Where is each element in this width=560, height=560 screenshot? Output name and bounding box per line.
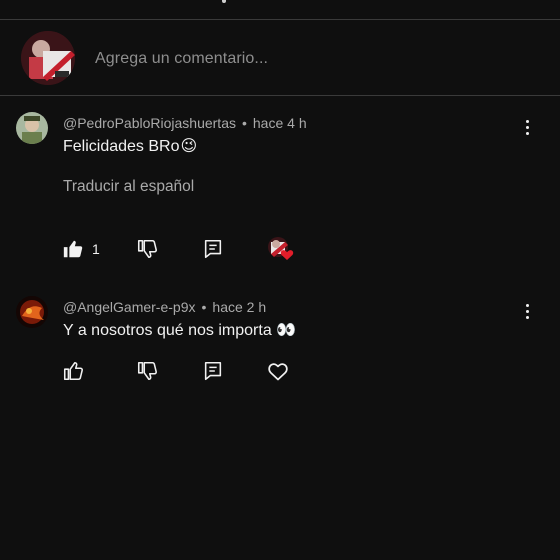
eyes-emoji: 👀 <box>276 322 297 339</box>
translate-link[interactable]: Traducir al español <box>63 178 194 196</box>
thumbs-up-icon <box>63 240 83 258</box>
like-count: 1 <box>92 241 100 257</box>
separator-dot: • <box>201 299 207 315</box>
commenter-avatar[interactable] <box>16 112 48 144</box>
comment-text: Y a nosotros qué nos importa 👀 <box>63 320 296 340</box>
comment-time: hace 4 h <box>252 115 307 131</box>
comments-panel: Agrega un comentario... @PedroPabloRioja… <box>0 0 560 560</box>
wink-emoji: 😉 <box>180 138 198 155</box>
comment-author[interactable]: @PedroPabloRiojashuertas <box>63 115 236 131</box>
comment-author[interactable]: @AngelGamer-e-p9x <box>63 299 196 315</box>
reply-button[interactable] <box>202 236 224 262</box>
comment-text: Felicidades BRo😉 <box>63 136 197 156</box>
commenter-avatar[interactable] <box>16 296 48 328</box>
comment-header: @AngelGamer-e-p9x • hace 2 h <box>63 299 266 315</box>
reply-icon <box>204 361 222 381</box>
dislike-button[interactable] <box>136 236 158 262</box>
separator-dot: • <box>241 115 247 131</box>
more-vert-icon[interactable] <box>520 118 536 138</box>
like-button[interactable]: 1 <box>62 236 100 262</box>
reply-button[interactable] <box>202 358 224 384</box>
current-user-avatar <box>21 31 75 85</box>
reply-icon <box>204 239 222 259</box>
comment-actions <box>60 358 540 384</box>
thumbs-down-icon <box>137 361 157 381</box>
divider <box>0 95 560 96</box>
like-button[interactable] <box>62 358 84 384</box>
more-vert-icon[interactable] <box>520 302 536 322</box>
heart-icon <box>268 363 288 381</box>
heart-button[interactable] <box>266 358 290 384</box>
comment-body: Felicidades BRo <box>63 138 180 155</box>
creator-heart-badge[interactable] <box>267 236 295 262</box>
add-comment-row: Agrega un comentario... <box>0 20 560 95</box>
comment-time: hace 2 h <box>212 299 267 315</box>
header-remnant <box>222 0 226 3</box>
dislike-button[interactable] <box>136 358 158 384</box>
comment-body: Y a nosotros qué nos importa <box>63 322 272 339</box>
comment-actions: 1 <box>60 236 540 262</box>
comment-input[interactable]: Agrega un comentario... <box>95 50 268 68</box>
thumbs-up-icon <box>63 361 83 381</box>
heart-icon <box>280 250 294 260</box>
thumbs-down-icon <box>137 239 157 259</box>
comment-header: @PedroPabloRiojashuertas • hace 4 h <box>63 115 307 131</box>
